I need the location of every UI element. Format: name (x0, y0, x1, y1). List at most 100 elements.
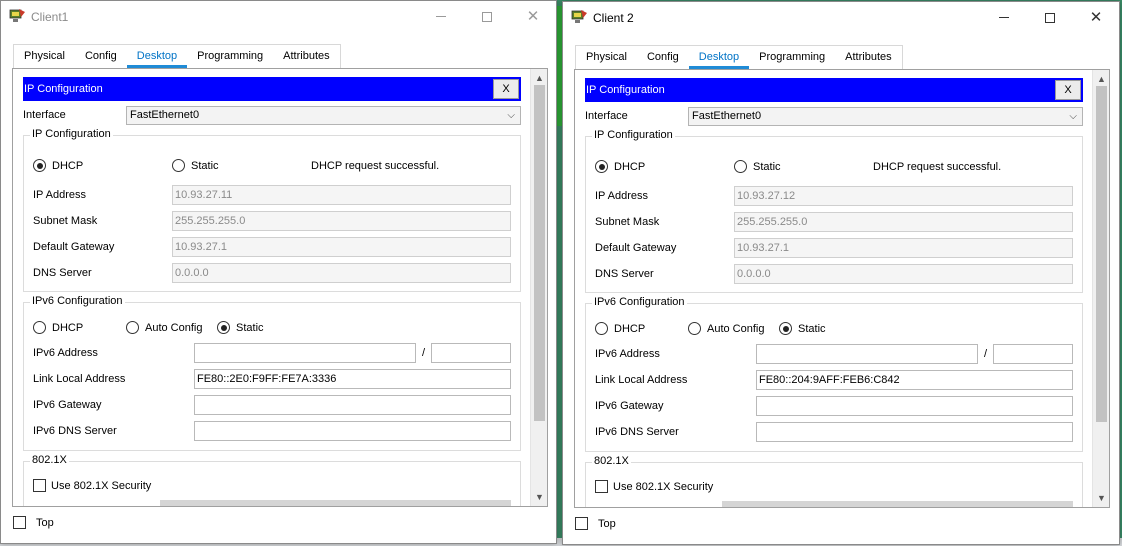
scroll-down-icon[interactable]: ▼ (1093, 491, 1109, 505)
ip-config-close-button[interactable]: X (493, 79, 519, 99)
app-icon (9, 9, 25, 22)
ipv6-static-radio[interactable]: Static (217, 321, 264, 334)
minimize-button[interactable] (418, 1, 464, 32)
interface-select[interactable]: FastEthernet0 ⌵ (688, 107, 1083, 126)
link-local-label: Link Local Address (33, 373, 126, 385)
ipv6-gateway-label: IPv6 Gateway (595, 400, 664, 412)
close-icon: ✕ (1089, 8, 1103, 26)
tab-programming[interactable]: Programming (187, 44, 274, 68)
dot1x-checkbox[interactable]: Use 802.1X Security (33, 479, 151, 492)
tab-config[interactable]: Config (74, 44, 127, 68)
dot1x-checkbox[interactable]: Use 802.1X Security (595, 480, 713, 493)
ip-config-header-title: IP Configuration (586, 84, 665, 96)
subnet-mask-label: Subnet Mask (33, 215, 98, 227)
ipv4-dhcp-radio[interactable]: DHCP (595, 160, 645, 173)
link-local-field[interactable]: FE80::2E0:F9FF:FE7A:3336 (194, 369, 511, 389)
default-gateway-field[interactable]: 10.93.27.1 (734, 238, 1073, 258)
default-gateway-field[interactable]: 10.93.27.1 (172, 237, 511, 257)
link-local-field[interactable]: FE80::204:9AFF:FEB6:C842 (756, 370, 1073, 390)
radio-unselected-icon (172, 159, 185, 172)
dot1x-select-partial[interactable] (722, 501, 1073, 507)
title-bar[interactable]: Client 2 ✕ (563, 2, 1119, 33)
close-window-button[interactable]: ✕ (510, 1, 556, 32)
desktop-content: IP Configuration X Interface FastEtherne… (12, 68, 548, 507)
ipv6-dns-field[interactable] (194, 421, 511, 441)
tab-physical[interactable]: Physical (575, 45, 637, 69)
ipv6-dns-field[interactable] (756, 422, 1073, 442)
subnet-mask-field[interactable]: 255.255.255.0 (172, 211, 511, 231)
vertical-scrollbar[interactable]: ▲ ▼ (1092, 70, 1109, 507)
ipv4-dhcp-radio[interactable]: DHCP (33, 159, 83, 172)
ipv4-group-title: IP Configuration (592, 129, 675, 141)
tab-attributes[interactable]: Attributes (835, 45, 903, 69)
ipv6-dns-label: IPv6 DNS Server (33, 425, 117, 437)
scroll-thumb[interactable] (1096, 86, 1107, 422)
ipv6-dhcp-radio[interactable]: DHCP (33, 321, 83, 334)
ipv4-dhcp-label: DHCP (52, 159, 84, 172)
ipv4-static-radio[interactable]: Static (734, 160, 781, 173)
ipv6-prefix-field[interactable] (431, 343, 511, 363)
ipv6-gateway-field[interactable] (756, 396, 1073, 416)
ipv6-auto-config-label: Auto Config (145, 321, 203, 334)
checkbox-unchecked-icon (33, 479, 46, 492)
ipv6-auto-config-radio[interactable]: Auto Config (126, 321, 202, 334)
chevron-down-icon: ⌵ (1069, 111, 1077, 122)
ipv6-address-label: IPv6 Address (33, 347, 98, 359)
top-checkbox[interactable]: Top (575, 517, 616, 530)
top-checkbox[interactable]: Top (13, 516, 54, 529)
maximize-button[interactable] (1027, 2, 1073, 33)
tab-programming[interactable]: Programming (749, 45, 836, 69)
title-bar[interactable]: Client1 ✕ (1, 1, 556, 32)
ipv6-dhcp-radio[interactable]: DHCP (595, 322, 645, 335)
interface-label: Interface (23, 109, 66, 121)
radio-unselected-icon (595, 322, 608, 335)
minimize-button[interactable] (981, 2, 1027, 33)
ipv6-static-radio[interactable]: Static (779, 322, 826, 335)
radio-unselected-icon (126, 321, 139, 334)
checkbox-unchecked-icon (575, 517, 588, 530)
ipv6-address-field[interactable] (194, 343, 416, 363)
default-gateway-label: Default Gateway (33, 241, 115, 253)
ipv6-address-field[interactable] (756, 344, 978, 364)
dns-server-field[interactable]: 0.0.0.0 (734, 264, 1073, 284)
ip-config-close-button[interactable]: X (1055, 80, 1081, 100)
tab-desktop[interactable]: Desktop (688, 45, 750, 69)
tab-attributes[interactable]: Attributes (273, 44, 341, 68)
tab-config[interactable]: Config (636, 45, 689, 69)
close-window-button[interactable]: ✕ (1073, 2, 1119, 33)
ipv6-static-label: Static (798, 322, 826, 335)
subnet-mask-field[interactable]: 255.255.255.0 (734, 212, 1073, 232)
ip-address-field[interactable]: 10.93.27.12 (734, 186, 1073, 206)
ipv6-gateway-field[interactable] (194, 395, 511, 415)
close-icon: ✕ (526, 7, 540, 25)
tab-bar: Physical Config Desktop Programming Attr… (13, 44, 341, 68)
dot1x-group-title: 802.1X (30, 454, 69, 466)
ipv4-static-label: Static (753, 160, 781, 173)
scroll-up-icon[interactable]: ▲ (531, 71, 547, 85)
scroll-thumb[interactable] (534, 85, 545, 421)
prefix-separator: / (984, 348, 988, 360)
dot1x-select-partial[interactable] (160, 500, 511, 506)
dns-server-field[interactable]: 0.0.0.0 (172, 263, 511, 283)
ipv4-static-radio[interactable]: Static (172, 159, 219, 172)
scroll-up-icon[interactable]: ▲ (1093, 72, 1109, 86)
ipv6-auto-config-radio[interactable]: Auto Config (688, 322, 764, 335)
radio-selected-icon (595, 160, 608, 173)
ip-address-field[interactable]: 10.93.27.11 (172, 185, 511, 205)
tab-bar: Physical Config Desktop Programming Attr… (575, 45, 903, 69)
tab-physical[interactable]: Physical (13, 44, 75, 68)
maximize-button[interactable] (464, 1, 510, 32)
dns-server-label: DNS Server (33, 267, 92, 279)
ipv6-group-title: IPv6 Configuration (592, 296, 687, 308)
window-title: Client 2 (593, 11, 634, 25)
ipv6-prefix-field[interactable] (993, 344, 1073, 364)
interface-label: Interface (585, 110, 628, 122)
client1-window: Client1 ✕ Physical Config Desktop Progra… (0, 0, 557, 544)
tab-desktop[interactable]: Desktop (126, 44, 188, 68)
ipv6-static-label: Static (236, 321, 264, 334)
vertical-scrollbar[interactable]: ▲ ▼ (530, 69, 547, 506)
maximize-icon (1045, 12, 1055, 23)
checkbox-unchecked-icon (595, 480, 608, 493)
interface-select[interactable]: FastEthernet0 ⌵ (126, 106, 521, 125)
scroll-down-icon[interactable]: ▼ (531, 490, 547, 504)
